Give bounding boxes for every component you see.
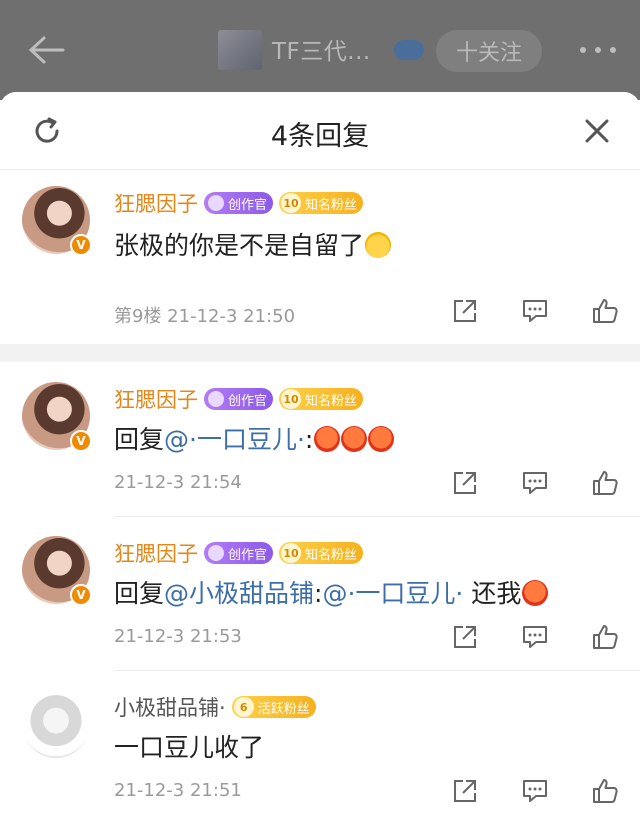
- comment-body: 张极的你是不是自留了: [114, 231, 365, 260]
- fan-badge-label: 活跃粉丝: [257, 701, 310, 717]
- verified-v-icon: V: [70, 430, 92, 452]
- comment-text: 一口豆儿收了: [114, 733, 265, 762]
- verified-v-icon: V: [70, 584, 92, 606]
- fan-level: 10: [281, 543, 302, 563]
- mention-link[interactable]: @·一口豆儿·: [322, 579, 463, 608]
- username[interactable]: 狂腮因子: [114, 188, 198, 218]
- replies-sheet: 4条回复 V 狂腮因子 创作官 10 知名粉丝 张极的你是不是自留了 第9楼 21…: [0, 92, 640, 813]
- comment-meta: 21-12-3 21:51: [114, 780, 242, 801]
- comment-icon[interactable]: [520, 776, 550, 806]
- creator-badge[interactable]: 创作官: [204, 542, 274, 564]
- comment-item: V 狂腮因子 创作官 10 知名粉丝 回复@小极甜品铺:@·一口豆儿· 还我 21…: [0, 516, 640, 670]
- angry-emoji-icon: [341, 426, 368, 452]
- creator-badge[interactable]: 创作官: [204, 388, 274, 410]
- angry-emoji-icon: [314, 426, 341, 452]
- mention-link[interactable]: @小极甜品铺: [164, 579, 314, 608]
- fan-level: 6: [233, 697, 254, 717]
- comment-icon[interactable]: [520, 468, 550, 498]
- comment-item: V 狂腮因子 创作官 10 知名粉丝 回复@·一口豆儿·: 21-12-3 21:…: [0, 362, 640, 516]
- verified-v-icon: V: [70, 234, 92, 256]
- fan-badge[interactable]: 10 知名粉丝: [279, 542, 364, 564]
- share-icon[interactable]: [450, 622, 480, 652]
- avatar[interactable]: V: [22, 186, 92, 256]
- name-row: 小极甜品铺· 6 活跃粉丝: [114, 692, 316, 722]
- sweat-emoji-icon: [365, 232, 392, 258]
- fan-badge[interactable]: 6 活跃粉丝: [231, 696, 316, 718]
- name-row: 狂腮因子 创作官 10 知名粉丝: [114, 188, 364, 218]
- avatar[interactable]: V: [22, 382, 92, 452]
- comment-actions: [450, 776, 620, 806]
- name-row: 狂腮因子 创作官 10 知名粉丝: [114, 384, 364, 414]
- group-title: TF三代...: [272, 39, 371, 65]
- fan-badge-label: 知名粉丝: [305, 197, 358, 213]
- mention-link[interactable]: @·一口豆儿·: [164, 425, 305, 454]
- comment-text: 回复@·一口豆儿·:: [114, 420, 395, 456]
- reply-colon: :: [304, 425, 314, 454]
- back-arrow-icon[interactable]: [24, 28, 68, 72]
- fan-badge-label: 知名粉丝: [305, 393, 358, 409]
- sheet-title: 4条回复: [270, 121, 370, 152]
- comment-text: 回复@小极甜品铺:@·一口豆儿· 还我: [114, 574, 549, 610]
- like-icon[interactable]: [590, 622, 620, 652]
- comment-icon[interactable]: [520, 622, 550, 652]
- fan-level: 10: [281, 193, 302, 213]
- top-navigation-bar: TF三代... 十关注: [0, 0, 640, 100]
- group-thumbnail: [218, 30, 262, 70]
- reply-prefix: 回复: [114, 425, 165, 454]
- username[interactable]: 狂腮因子: [114, 384, 198, 414]
- avatar[interactable]: [22, 690, 90, 758]
- sheet-header: 4条回复: [0, 92, 640, 170]
- reply-prefix: 回复: [114, 579, 165, 608]
- comment-meta: 21-12-3 21:54: [114, 472, 242, 493]
- fan-level: 10: [281, 389, 302, 409]
- share-icon[interactable]: [450, 776, 480, 806]
- fan-badge-label: 知名粉丝: [305, 547, 358, 563]
- comment-text: 张极的你是不是自留了: [114, 226, 392, 262]
- more-icon[interactable]: [576, 36, 620, 64]
- group-badge-icon: [394, 40, 424, 60]
- like-icon[interactable]: [590, 776, 620, 806]
- comment-actions: [450, 296, 620, 326]
- username[interactable]: 小极甜品铺·: [114, 692, 226, 722]
- comment-icon[interactable]: [520, 296, 550, 326]
- comment-meta: 21-12-3 21:53: [114, 626, 242, 647]
- username[interactable]: 狂腮因子: [114, 538, 198, 568]
- like-icon[interactable]: [590, 468, 620, 498]
- close-icon[interactable]: [580, 114, 614, 148]
- comment-meta: 第9楼 21-12-3 21:50: [114, 306, 296, 327]
- angry-emoji-icon: [368, 426, 395, 452]
- follow-button[interactable]: 十关注: [436, 30, 542, 72]
- comment-item: 小极甜品铺· 6 活跃粉丝 一口豆儿收了 21-12-3 21:51: [0, 670, 640, 813]
- share-icon[interactable]: [450, 296, 480, 326]
- section-divider: [0, 344, 640, 362]
- fan-badge[interactable]: 10 知名粉丝: [279, 192, 364, 214]
- avatar[interactable]: V: [22, 536, 92, 606]
- comment-actions: [450, 622, 620, 652]
- like-icon[interactable]: [590, 296, 620, 326]
- share-icon[interactable]: [450, 468, 480, 498]
- reply-text: 还我: [463, 579, 522, 608]
- angry-emoji-icon: [522, 580, 549, 606]
- fan-badge[interactable]: 10 知名粉丝: [279, 388, 364, 410]
- creator-badge[interactable]: 创作官: [204, 192, 274, 214]
- name-row: 狂腮因子 创作官 10 知名粉丝: [114, 538, 364, 568]
- comment-item: V 狂腮因子 创作官 10 知名粉丝 张极的你是不是自留了 第9楼 21-12-3…: [0, 170, 640, 344]
- comment-actions: [450, 468, 620, 498]
